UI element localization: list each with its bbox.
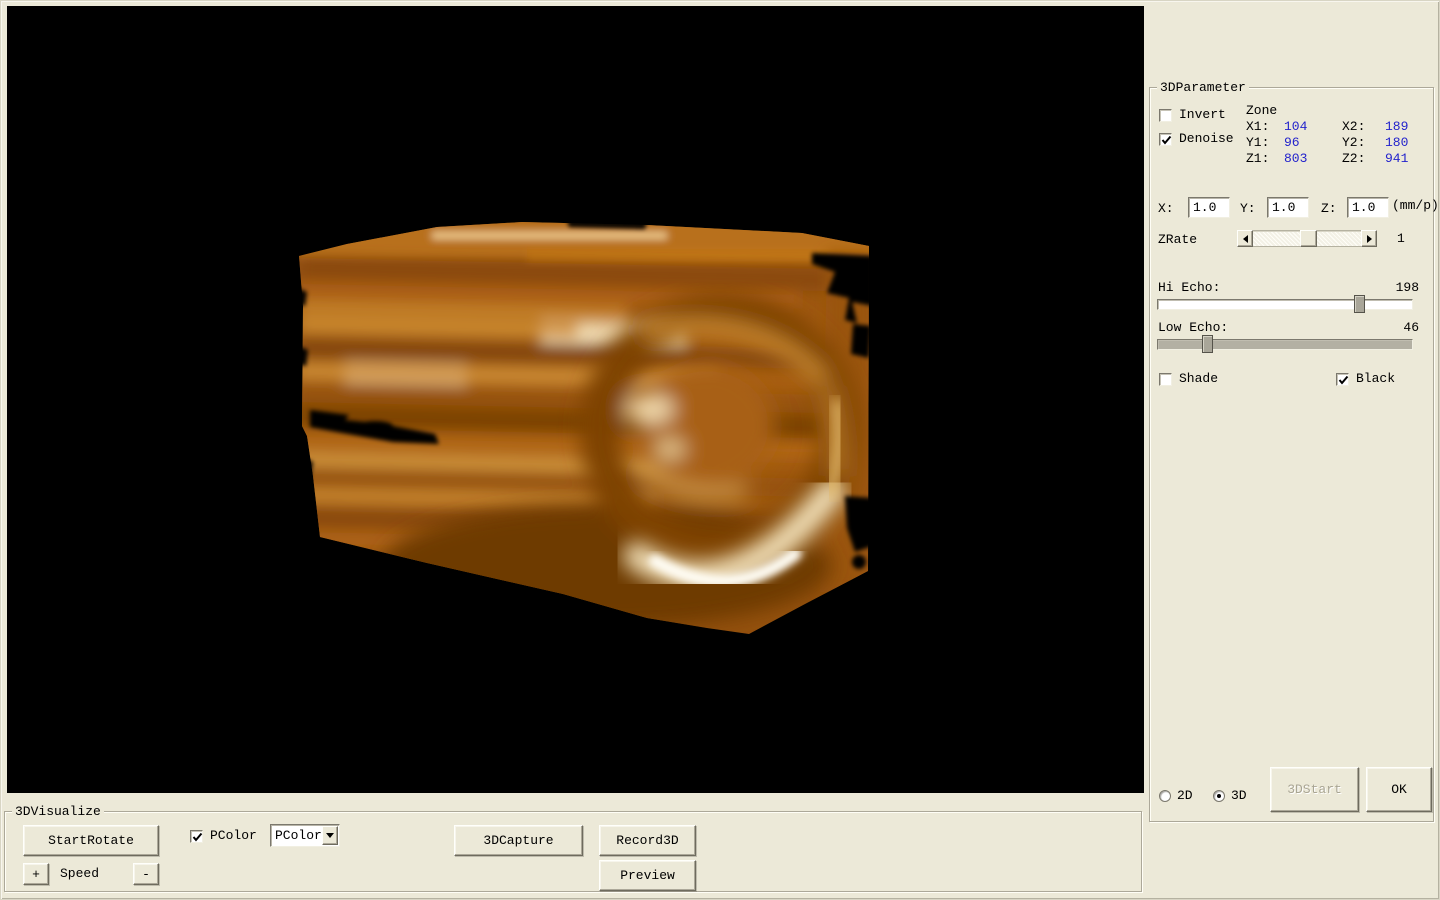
zone-x2-value: 189: [1385, 119, 1408, 134]
record-button[interactable]: Record3D: [599, 825, 696, 856]
zone-x1-value: 104: [1284, 119, 1307, 134]
zrate-left-arrow[interactable]: [1237, 230, 1253, 247]
zrate-label: ZRate: [1158, 232, 1197, 247]
mode-3d-radio[interactable]: [1213, 790, 1225, 802]
app-window: 3DParameter Invert Denoise Zone X1: 104 …: [0, 0, 1440, 900]
zone-x1-label: X1:: [1246, 119, 1269, 134]
zone-z2-value: 941: [1385, 151, 1408, 166]
zone-y1-label: Y1:: [1246, 135, 1269, 150]
zone-y2-label: Y2:: [1342, 135, 1365, 150]
pcolor-label: PColor: [210, 828, 257, 843]
pcolor-select[interactable]: PColor: [270, 824, 340, 847]
hi-echo-thumb[interactable]: [1354, 295, 1365, 313]
zrate-scrollbar[interactable]: [1237, 230, 1377, 247]
zrate-right-arrow[interactable]: [1361, 230, 1377, 247]
left-arrow-icon: [1243, 235, 1248, 243]
low-echo-thumb[interactable]: [1202, 335, 1213, 353]
denoise-checkbox[interactable]: [1159, 133, 1172, 146]
mode-2d-label: 2D: [1177, 788, 1193, 803]
visualize-groupbox: 3DVisualize StartRotate + Speed - PColor…: [4, 811, 1142, 892]
scale-x-label: X:: [1158, 201, 1174, 216]
invert-label: Invert: [1179, 107, 1226, 122]
hi-echo-label: Hi Echo:: [1158, 280, 1220, 295]
radio-dot-icon: [1217, 794, 1221, 798]
parameter-groupbox-title: 3DParameter: [1157, 80, 1249, 95]
zone-z2-label: Z2:: [1342, 151, 1365, 166]
speed-label: Speed: [60, 866, 99, 881]
speed-minus-button[interactable]: -: [133, 863, 159, 885]
zone-x2-label: X2:: [1342, 119, 1365, 134]
check-icon: [1161, 135, 1172, 146]
scale-y-field[interactable]: 1.0: [1267, 197, 1309, 218]
shade-label: Shade: [1179, 371, 1218, 386]
pcolor-select-dropdown-button[interactable]: [322, 826, 338, 845]
preview-button[interactable]: Preview: [599, 860, 696, 891]
scale-y-label: Y:: [1240, 201, 1256, 216]
chevron-down-icon: [326, 833, 334, 838]
black-label: Black: [1356, 371, 1395, 386]
low-echo-track[interactable]: [1157, 339, 1413, 350]
visualize-groupbox-title: 3DVisualize: [12, 804, 104, 819]
scale-unit-label: (mm/p): [1392, 198, 1439, 213]
right-arrow-icon: [1367, 235, 1372, 243]
invert-checkbox[interactable]: [1159, 109, 1172, 122]
denoise-label: Denoise: [1179, 131, 1234, 146]
hi-echo-value: 198: [1396, 280, 1419, 295]
pcolor-checkbox[interactable]: [190, 830, 203, 843]
scale-z-field[interactable]: 1.0: [1347, 197, 1389, 218]
check-icon: [192, 832, 203, 843]
check-icon: [1338, 375, 1349, 386]
speed-plus-button[interactable]: +: [23, 863, 49, 885]
mode-3d-label: 3D: [1231, 788, 1247, 803]
mode-2d-radio[interactable]: [1159, 790, 1171, 802]
zrate-value: 1: [1397, 231, 1405, 246]
zrate-thumb[interactable]: [1300, 230, 1317, 247]
low-echo-value: 46: [1403, 320, 1419, 335]
parameter-groupbox: 3DParameter Invert Denoise Zone X1: 104 …: [1149, 87, 1434, 822]
start3d-button[interactable]: 3DStart: [1270, 767, 1359, 812]
pcolor-select-value: PColor: [271, 828, 322, 843]
zone-y2-value: 180: [1385, 135, 1408, 150]
ok-button[interactable]: OK: [1366, 767, 1432, 812]
hi-echo-track[interactable]: [1157, 299, 1413, 310]
black-checkbox[interactable]: [1336, 373, 1349, 386]
scale-z-label: Z:: [1321, 201, 1337, 216]
capture-button[interactable]: 3DCapture: [454, 825, 583, 856]
zone-y1-value: 96: [1284, 135, 1300, 150]
shade-checkbox[interactable]: [1159, 373, 1172, 386]
volume-render: [7, 6, 1144, 793]
start-rotate-button[interactable]: StartRotate: [23, 825, 159, 856]
render-viewport[interactable]: [7, 6, 1144, 793]
low-echo-label: Low Echo:: [1158, 320, 1228, 335]
zone-title: Zone: [1246, 103, 1277, 118]
zone-z1-label: Z1:: [1246, 151, 1269, 166]
scale-x-field[interactable]: 1.0: [1188, 197, 1230, 218]
zone-z1-value: 803: [1284, 151, 1307, 166]
